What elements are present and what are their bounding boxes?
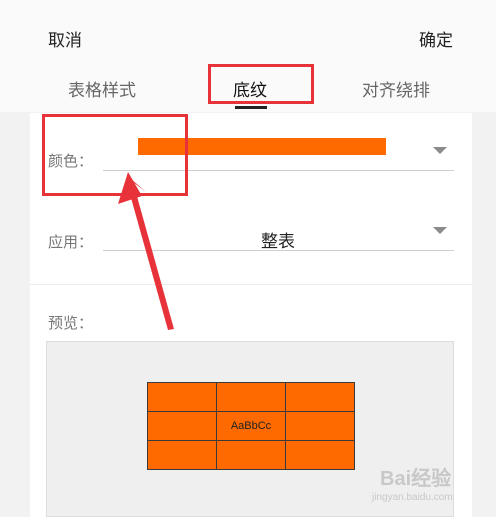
watermark-url: jingyan.baidu.com xyxy=(372,492,453,503)
watermark-logo: Bai经验 xyxy=(380,468,452,490)
annotation-arrow-icon xyxy=(118,172,174,330)
